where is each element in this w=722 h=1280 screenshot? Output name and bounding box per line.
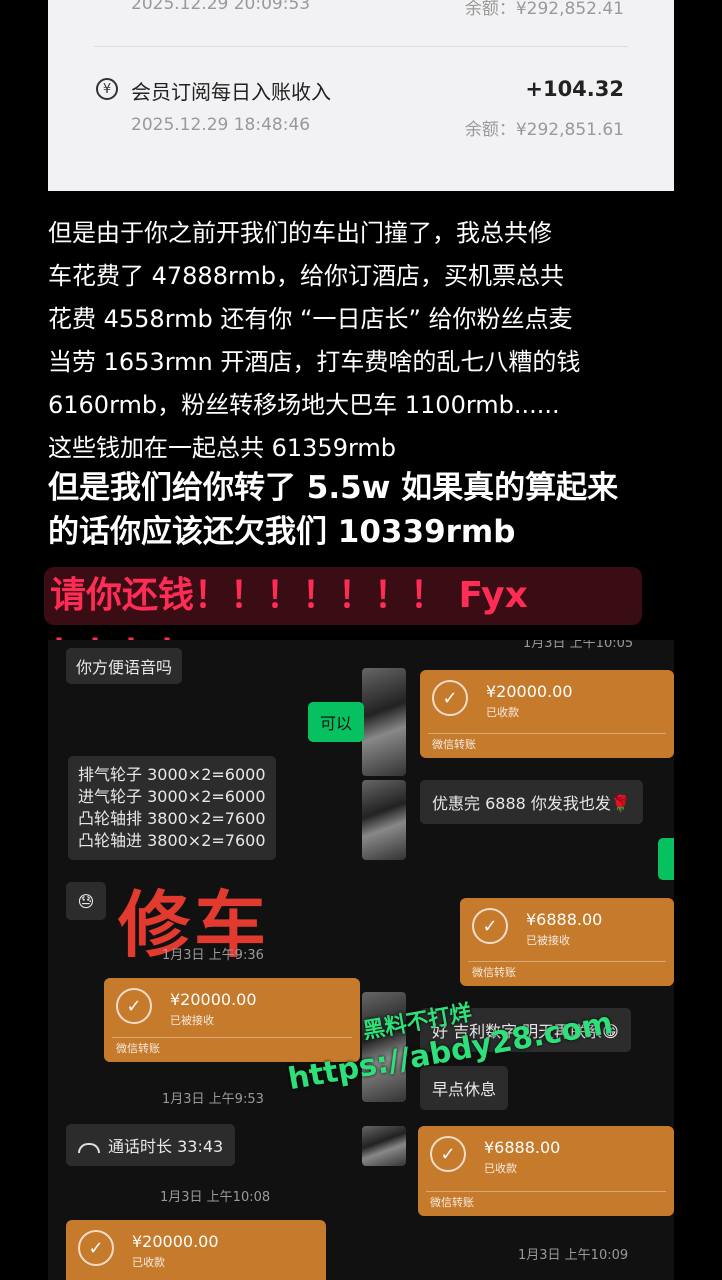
check-icon: ✓ [430, 1136, 466, 1172]
transfer-status: 已收款 [132, 1256, 165, 1269]
chat-time: 1月3日 上午9:53 [162, 1092, 264, 1107]
avatar [362, 780, 406, 860]
call-duration: 通话时长 33:43 [108, 1137, 224, 1156]
divider [94, 46, 628, 47]
transfer-status: 已收款 [486, 706, 519, 719]
divider [428, 733, 666, 734]
transaction-time: 2025.12.29 18:48:46 [131, 115, 311, 135]
transfer-status: 已被接收 [170, 1014, 214, 1027]
parts-line: 排气轮子 3000×2=6000 [78, 765, 266, 784]
avatar [362, 668, 406, 776]
avatar [362, 1126, 406, 1166]
check-icon: ✓ [78, 1230, 114, 1266]
transaction-title: 会员订阅每日入账收入 [131, 80, 331, 104]
story-bold: 但是我们给你转了 5.5w 如果真的算起来 的话你应该还欠我们 10339rmb [48, 466, 698, 554]
emoji-message: 😓 [66, 882, 106, 920]
prev-time: 2025.12.29 20:09:53 [131, 0, 311, 14]
transfer-label: 微信转账 [116, 1042, 160, 1055]
parts-line: 凸轮轴排 3800×2=7600 [78, 809, 266, 828]
chat-message-left: 早点休息 [420, 1066, 509, 1110]
story-bold-line: 的话你应该还欠我们 10339rmb [48, 514, 516, 550]
story-line: 车花费了 47888rmb，给你订酒店，买机票总共 [48, 262, 565, 290]
transfer-card[interactable]: ✓ ¥6888.00 已收款 微信转账 [418, 1126, 674, 1216]
transfer-status: 已收款 [484, 1162, 517, 1175]
chat-time: 1月3日 上午9:36 [162, 948, 264, 963]
chat-time: 1月3日 上午10:05 [523, 640, 634, 651]
parts-line: 进气轮子 3000×2=6000 [78, 787, 266, 806]
chat-screenshot: 1月3日 上午10:05 你方便语音吗 可以 ✓ ¥20000.00 已收款 微… [48, 640, 674, 1280]
transfer-card[interactable]: ✓ ¥20000.00 已被接收 微信转账 [104, 978, 360, 1062]
plea-banner: 请你还钱！！！！！！！ Fyx ！！！！ [44, 567, 642, 674]
transfer-label: 微信转账 [472, 966, 516, 979]
story-line: 6160rmb，粉丝转移场地大巴车 1100rmb...... [48, 391, 560, 419]
divider [426, 1191, 666, 1192]
chat-time: 1月3日 上午10:09 [518, 1248, 629, 1263]
parts-line: 凸轮轴进 3800×2=7600 [78, 831, 266, 850]
story-line: 当劳 1653rmn 开酒店，打车费啥的乱七八糟的钱 [48, 348, 581, 376]
chat-message-right: 可以 [308, 702, 365, 742]
transaction-amount: +104.32 [525, 77, 624, 101]
divider [468, 961, 666, 962]
check-icon: ✓ [116, 988, 152, 1024]
prev-balance: 余额：¥292,852.41 [464, 0, 624, 19]
story-line: 这些钱加在一起总共 61359rmb [48, 434, 397, 462]
transfer-label: 微信转账 [432, 738, 476, 751]
transfer-amount: ¥20000.00 [486, 682, 573, 701]
divider [112, 1037, 352, 1038]
chat-message-right [658, 838, 674, 880]
transfer-label: 微信转账 [430, 1196, 474, 1209]
check-icon: ✓ [472, 908, 508, 944]
story-text: 但是由于你之前开我们的车出门撞了，我总共修 车花费了 47888rmb，给你订酒… [48, 212, 688, 470]
story-bold-line: 但是我们给你转了 5.5w 如果真的算起来 [48, 470, 619, 506]
story-line: 花费 4558rmb 还有你 “一日店长” 给你粉丝点麦 [48, 305, 573, 333]
transfer-card[interactable]: ✓ ¥20000.00 已收款 微信转账 [420, 670, 674, 758]
chat-message-left: 优惠完 6888 你发我也发🌹 [420, 780, 643, 824]
transaction-balance: 余额：¥292,851.61 [464, 120, 624, 140]
chat-time: 1月3日 上午10:08 [160, 1190, 271, 1205]
transfer-amount: ¥6888.00 [526, 910, 603, 929]
story-line: 但是由于你之前开我们的车出门撞了，我总共修 [48, 219, 552, 247]
transfer-card[interactable]: ✓ ¥20000.00 已收款 [66, 1220, 326, 1280]
transfer-amount: ¥20000.00 [170, 990, 257, 1009]
parts-list-message: 排气轮子 3000×2=6000 进气轮子 3000×2=6000 凸轮轴排 3… [68, 756, 276, 860]
phone-icon [78, 1142, 100, 1153]
transfer-amount: ¥6888.00 [484, 1138, 561, 1157]
wallet-card: 2025.12.29 20:09:53 余额：¥292,852.41 ¥ 会员订… [48, 0, 674, 191]
coin-icon: ¥ [96, 78, 118, 100]
check-icon: ✓ [432, 680, 468, 716]
transfer-card[interactable]: ✓ ¥6888.00 已被接收 微信转账 [460, 898, 674, 986]
transfer-amount: ¥20000.00 [132, 1232, 219, 1251]
transfer-status: 已被接收 [526, 934, 570, 947]
call-message: 通话时长 33:43 [66, 1124, 236, 1166]
chat-message-left: 你方便语音吗 [66, 648, 183, 684]
